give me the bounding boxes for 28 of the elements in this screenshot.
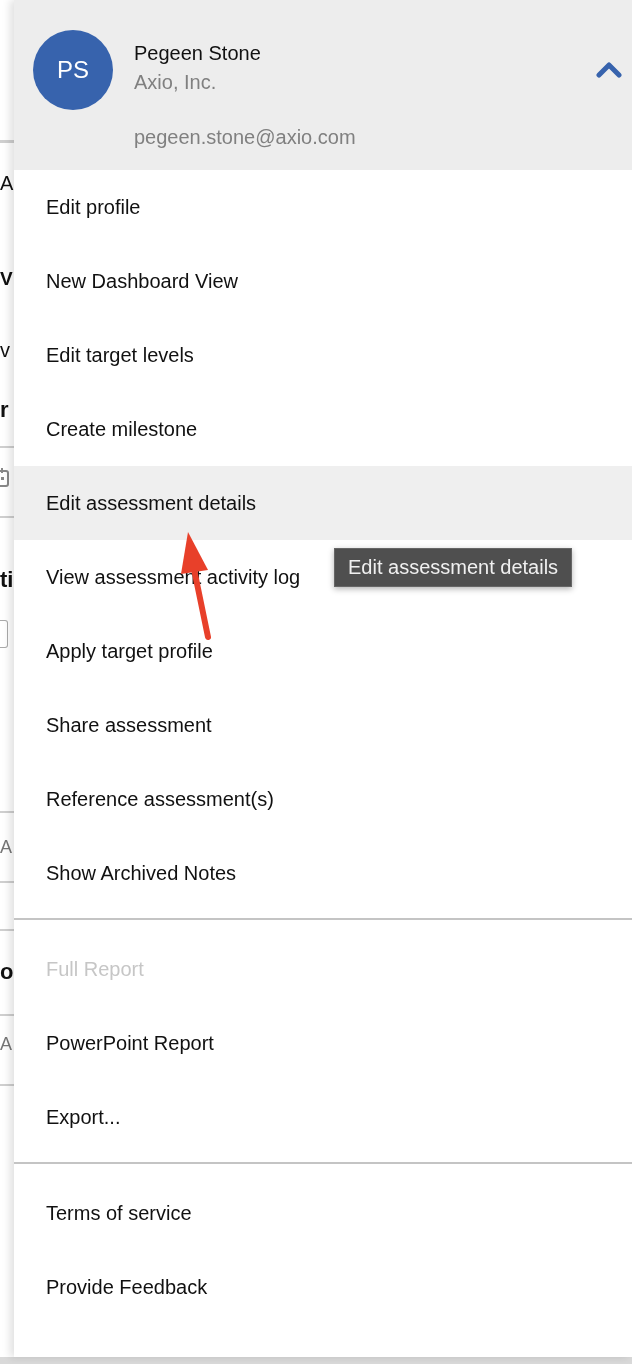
- avatar: PS: [33, 30, 113, 110]
- menu-item[interactable]: Provide Feedback: [46, 1275, 208, 1299]
- company-name: Axio, Inc.: [134, 71, 218, 94]
- menu-item[interactable]: PowerPoint Report: [46, 1031, 214, 1055]
- calendar-icon: [0, 468, 10, 488]
- menu-item[interactable]: Create milestone: [46, 417, 198, 441]
- menu-item[interactable]: Show Archived Notes: [46, 861, 237, 885]
- menu-item[interactable]: Edit assessment details: [46, 491, 257, 515]
- menu-item[interactable]: Share assessment: [46, 713, 212, 737]
- page-text: o: [0, 961, 14, 983]
- menu-item[interactable]: Edit profile: [46, 195, 141, 219]
- menu-item[interactable]: Export...: [46, 1105, 121, 1129]
- page-text: A: [0, 1035, 12, 1053]
- page-text: r: [0, 399, 9, 421]
- page-text: v: [0, 340, 10, 360]
- menu-item[interactable]: Reference assessment(s): [46, 787, 274, 811]
- user-name: Pegeen Stone: [134, 42, 262, 65]
- page-text: A: [0, 173, 14, 193]
- page-text: ti: [0, 569, 14, 591]
- page-text: V: [0, 268, 13, 288]
- menu-item[interactable]: Terms of service: [46, 1201, 192, 1225]
- tooltip: Edit assessment details: [334, 548, 573, 587]
- chevron-up-icon[interactable]: [596, 60, 622, 78]
- user-email: pegeen.stone@axio.com: [134, 125, 357, 149]
- menu-item[interactable]: Apply target profile: [46, 639, 213, 663]
- menu-item[interactable]: New Dashboard View: [46, 269, 238, 293]
- page-text: A: [0, 838, 12, 856]
- menu-item[interactable]: Edit target levels: [46, 343, 194, 367]
